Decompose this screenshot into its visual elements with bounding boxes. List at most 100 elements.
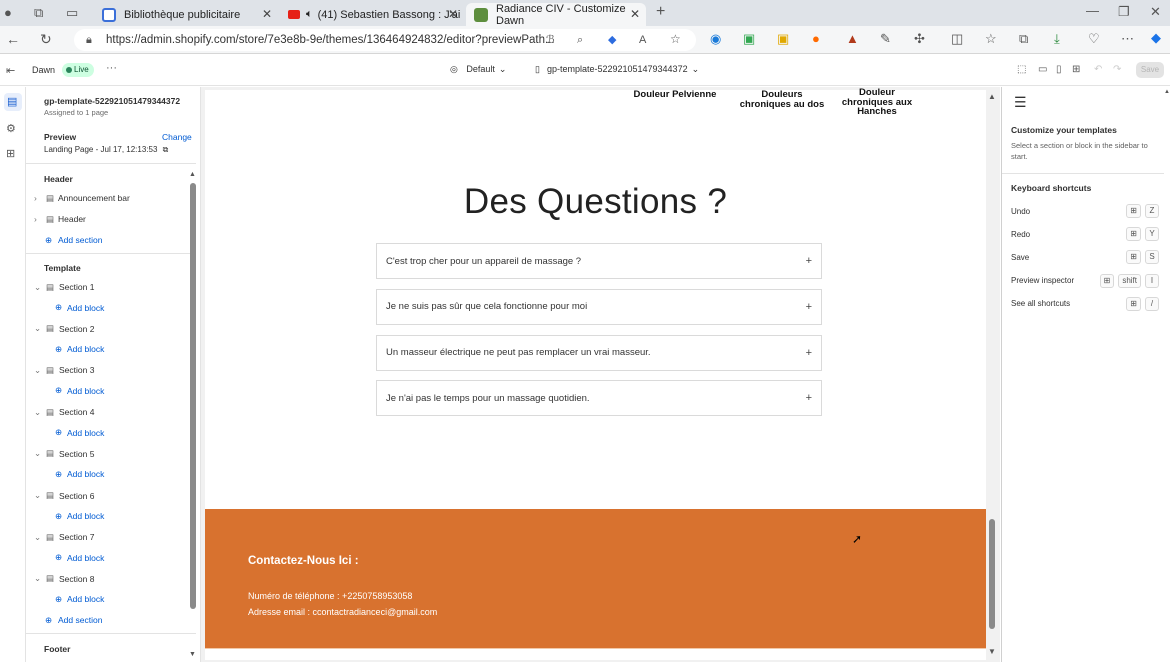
preview-page[interactable]: Landing Page - Jul 17, 12:13:53 ⧉ <box>44 145 168 155</box>
template-section[interactable]: ⌄ ▤ Section 5 <box>34 446 94 462</box>
add-block-button[interactable]: ⊕ Add block <box>55 425 104 441</box>
profile-icon[interactable]: ● <box>4 6 12 20</box>
plus-icon[interactable]: + <box>806 392 812 404</box>
read-aloud-icon[interactable]: A <box>639 33 646 47</box>
extension-2-icon[interactable]: ▣ <box>743 32 755 46</box>
change-link[interactable]: Change <box>162 132 192 142</box>
plus-icon[interactable]: + <box>806 255 812 267</box>
extension-4-icon[interactable]: ● <box>812 32 820 46</box>
template-selector[interactable]: ▯ gp-template-522921051479344372 ⌄ <box>535 64 699 75</box>
add-block-button[interactable]: ⊕ Add block <box>55 466 104 482</box>
exit-icon[interactable]: ⇤ <box>6 64 15 78</box>
scroll-down-icon[interactable]: ▼ <box>189 651 196 658</box>
close-icon[interactable]: ✕ <box>262 7 272 21</box>
favorite-icon[interactable]: ☆ <box>670 32 681 46</box>
template-section[interactable]: ⌄ ▤ Section 3 <box>34 362 94 378</box>
scroll-up-icon[interactable]: ▲ <box>189 171 196 178</box>
add-section-button[interactable]: ⊕ Add section <box>45 232 102 248</box>
scroll-up-icon[interactable]: ▲ <box>988 92 996 101</box>
add-block-label: Add block <box>67 552 105 563</box>
apps-icon[interactable]: ⊞ <box>6 147 15 161</box>
menu-icon[interactable]: ⋯ <box>1121 32 1134 46</box>
shortcuts-title: Keyboard shortcuts <box>1011 183 1092 193</box>
url-field[interactable]: 🔒︎ https://admin.shopify.com/store/7e3e8… <box>74 29 696 51</box>
refresh-icon[interactable]: ↻ <box>40 32 52 46</box>
add-block-button[interactable]: ⊕ Add block <box>55 591 104 607</box>
divider <box>26 163 196 164</box>
faq-item[interactable]: C'est trop cher pour un appareil de mass… <box>376 243 822 279</box>
tab-bibliotheque[interactable]: Bibliothèque publicitaire ✕ <box>94 3 278 26</box>
template-section[interactable]: ⌄ ▤ Section 2 <box>34 321 94 337</box>
translate-icon[interactable]: ℬ <box>546 33 555 47</box>
inspector-icon[interactable]: ⬚ <box>1017 63 1026 77</box>
sections-tab[interactable]: ▤ <box>4 93 22 111</box>
workspaces-icon[interactable]: ⧉ <box>34 6 43 20</box>
extension-3-icon[interactable]: ▣ <box>777 32 789 46</box>
template-section[interactable]: ⌄ ▤ Section 6 <box>34 488 94 504</box>
favorites-icon[interactable]: ☆ <box>985 32 997 46</box>
close-icon[interactable]: ✕ <box>448 7 458 21</box>
section-announcement-bar[interactable]: › ▤ Announcement bar <box>34 190 130 206</box>
shortcut-row: Undo ⊞ Z <box>1011 203 1159 219</box>
section-header[interactable]: › ▤ Header <box>34 211 86 227</box>
add-block-button[interactable]: ⊕ Add block <box>55 550 104 566</box>
minimize-icon[interactable]: — <box>1086 4 1099 18</box>
performance-icon[interactable]: ♡ <box>1088 32 1100 46</box>
extensions-icon[interactable]: ✣ <box>914 32 925 46</box>
sidebar-scrollbar[interactable]: ▲ ▼ <box>189 171 197 661</box>
zoom-icon[interactable]: ⌕ <box>577 33 583 47</box>
desktop-view-icon[interactable]: ▭ <box>1038 63 1047 77</box>
maximize-icon[interactable]: ❐ <box>1118 5 1130 19</box>
new-tab-icon[interactable]: + <box>656 4 665 20</box>
preset-selector[interactable]: ◎ Default ⌄ <box>450 64 506 75</box>
tab-youtube[interactable]: 🔈︎ (41) Sebastien Bassong : J'ai ✕ <box>280 3 464 26</box>
close-icon[interactable]: ✕ <box>630 7 640 21</box>
tab-radiance[interactable]: Radiance CIV - Customize Dawn ✕ <box>466 3 646 27</box>
copilot-icon[interactable]: ◆ <box>1151 31 1161 45</box>
extension-6-icon[interactable]: ✎ <box>880 32 891 46</box>
scrollbar-thumb[interactable] <box>190 183 196 609</box>
extension-5-icon[interactable]: ▲ <box>846 32 859 46</box>
preview-scrollbar[interactable]: ▲ ▼ <box>987 92 997 658</box>
add-block-button[interactable]: ⊕ Add block <box>55 300 104 316</box>
add-block-button[interactable]: ⊕ Add block <box>55 383 104 399</box>
fullscreen-icon[interactable]: ⊞ <box>1072 63 1080 77</box>
template-section[interactable]: ⌄ ▤ Section 1 <box>34 279 94 295</box>
settings-icon[interactable]: ⚙ <box>6 122 16 136</box>
panel-scrollbar-track[interactable]: ▲ <box>1164 87 1170 662</box>
redo-icon[interactable]: ↷ <box>1113 63 1121 77</box>
window-close-icon[interactable]: ✕ <box>1150 5 1161 19</box>
page-icon: ▯ <box>535 64 540 74</box>
scroll-down-icon[interactable]: ▼ <box>988 647 996 656</box>
external-link-icon: ⧉ <box>162 145 169 154</box>
download-icon[interactable]: ⤓ <box>1054 32 1060 46</box>
faq-item[interactable]: Un masseur électrique ne peut pas rempla… <box>376 334 822 371</box>
more-actions-button[interactable]: ··· <box>106 62 117 74</box>
section-label: Section 6 <box>59 490 95 501</box>
faq-item[interactable]: Je ne suis pas sûr que cela fonctionne p… <box>376 288 822 325</box>
template-section[interactable]: ⌄ ▤ Section 8 <box>34 571 94 587</box>
undo-icon[interactable]: ↶ <box>1094 63 1102 77</box>
collections-icon[interactable]: ⧉ <box>1019 32 1028 46</box>
plus-icon[interactable]: + <box>806 301 812 313</box>
save-button[interactable]: Save <box>1136 62 1164 78</box>
chevron-right-icon: › <box>34 193 37 203</box>
add-section-button[interactable]: ⊕ Add section <box>45 612 102 628</box>
faq-item[interactable]: Je n'ai pas le temps pour un massage quo… <box>376 380 822 417</box>
tab-actions-icon[interactable]: ▭ <box>66 6 78 20</box>
template-section[interactable]: ⌄ ▤ Section 7 <box>34 529 94 545</box>
chevron-down-icon: ⌄ <box>34 573 42 584</box>
scrollbar-thumb[interactable] <box>989 519 995 629</box>
coupon-icon[interactable]: ◆ <box>608 33 616 47</box>
add-block-button[interactable]: ⊕ Add block <box>55 341 104 357</box>
extension-1-icon[interactable]: ◉ <box>710 32 721 46</box>
speaker-icon[interactable]: 🔈︎ <box>306 8 313 21</box>
scroll-up-icon[interactable]: ▲ <box>1164 89 1170 95</box>
plus-icon[interactable]: + <box>806 347 812 359</box>
back-icon[interactable]: ← <box>6 32 20 46</box>
template-section[interactable]: ⌄ ▤ Section 4 <box>34 404 94 420</box>
mobile-view-icon[interactable]: ▯ <box>1056 63 1062 77</box>
add-block-button[interactable]: ⊕ Add block <box>55 508 104 524</box>
split-screen-icon[interactable]: ◫ <box>951 32 963 46</box>
key-cap: ⊞ <box>1099 273 1115 288</box>
